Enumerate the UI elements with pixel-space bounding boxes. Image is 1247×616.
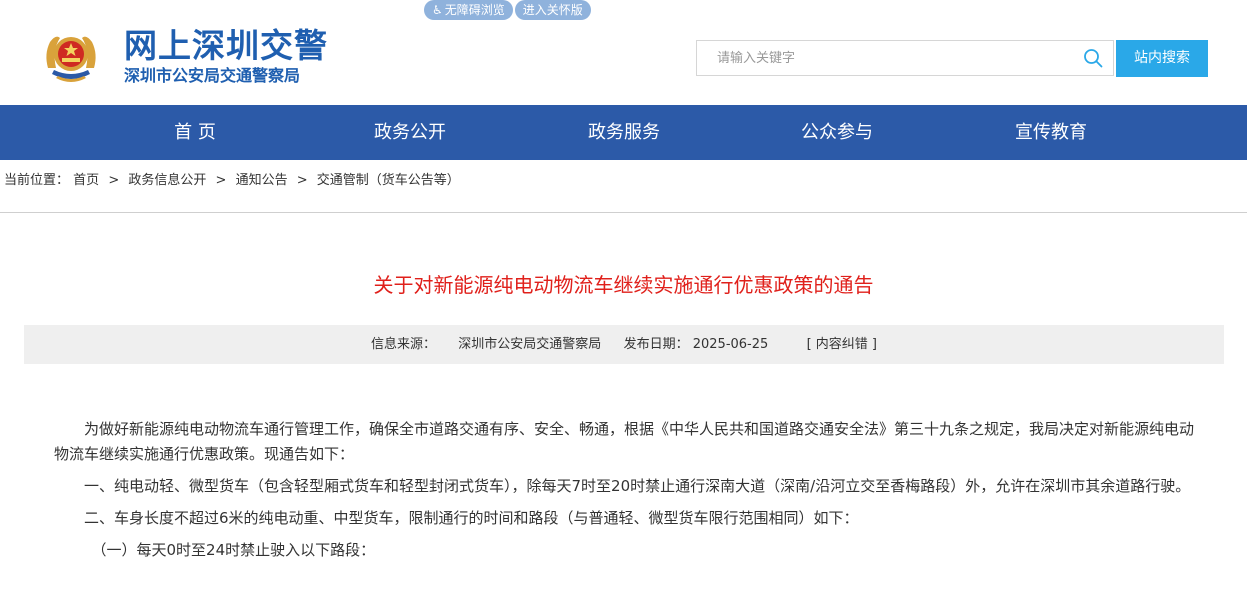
article-paragraph: （一）每天0时至24时禁止驶入以下路段： [91,541,376,559]
article-paragraph: 二、车身长度不超过6米的纯电动重、中型货车，限制通行的时间和路段（与普通轻、微型… [84,509,859,527]
article-paragraph: 一、纯电动轻、微型货车（包含轻型厢式货车和轻型封闭式货车），除每天7时至20时禁… [84,477,1191,495]
nav-item-publicity-education[interactable]: 宣传教育 [1001,105,1101,160]
article-body: 为做好新能源纯电动物流车通行管理工作，确保全市道路交通有序、安全、畅通，根据《中… [54,417,1194,570]
breadcrumb-notices[interactable]: 通知公告 [236,173,288,188]
search-icon[interactable] [1083,48,1103,68]
nav-item-gov-affairs-public[interactable]: 政务公开 [360,105,460,160]
site-header: 网上深圳交警 深圳市公安局交通警察局 站内搜索 [0,0,1247,105]
source-label: 信息来源： [370,337,436,352]
nav-item-home[interactable]: 首 页 [145,105,245,160]
breadcrumb-gov-info[interactable]: 政务信息公开 [128,173,206,188]
breadcrumb-separator: > [108,173,120,188]
divider [0,212,1247,213]
content-correction-link[interactable]: [ 内容纠错 ] [807,325,877,364]
publish-date-value: 2025-06-25 [692,337,769,352]
nav-item-gov-services[interactable]: 政务服务 [574,105,674,160]
site-search-button[interactable]: 站内搜索 [1116,40,1208,77]
main-nav: 首 页 政务公开 政务服务 公众参与 宣传教育 [0,105,1247,160]
breadcrumb-separator: > [296,173,308,188]
breadcrumb-prefix: 当前位置： [4,173,70,188]
article-title: 关于对新能源纯电动物流车继续实施通行优惠政策的通告 [373,273,874,297]
site-subtitle: 深圳市公安局交通警察局 [124,66,301,85]
police-emblem-icon [46,36,96,82]
article-paragraph: 为做好新能源纯电动物流车通行管理工作，确保全市道路交通有序、安全、畅通，根据《中… [54,420,1195,463]
source-value: 深圳市公安局交通警察局 [458,337,602,352]
breadcrumb-traffic-control[interactable]: 交通管制（货车公告等） [317,173,460,188]
breadcrumb-separator: > [215,173,227,188]
breadcrumb-home[interactable]: 首页 [73,173,99,188]
site-title[interactable]: 网上深圳交警 [124,26,328,66]
article-meta-bar: 信息来源： 深圳市公安局交通警察局 发布日期： 2025-06-25 [ 内容纠… [24,325,1224,364]
publish-date-label: 发布日期： [623,337,689,352]
nav-item-public-participation[interactable]: 公众参与 [787,105,887,160]
breadcrumb: 当前位置： 首页 > 政务信息公开 > 通知公告 > 交通管制（货车公告等） [4,172,460,190]
search-box [696,40,1114,76]
search-input[interactable] [697,41,1087,75]
